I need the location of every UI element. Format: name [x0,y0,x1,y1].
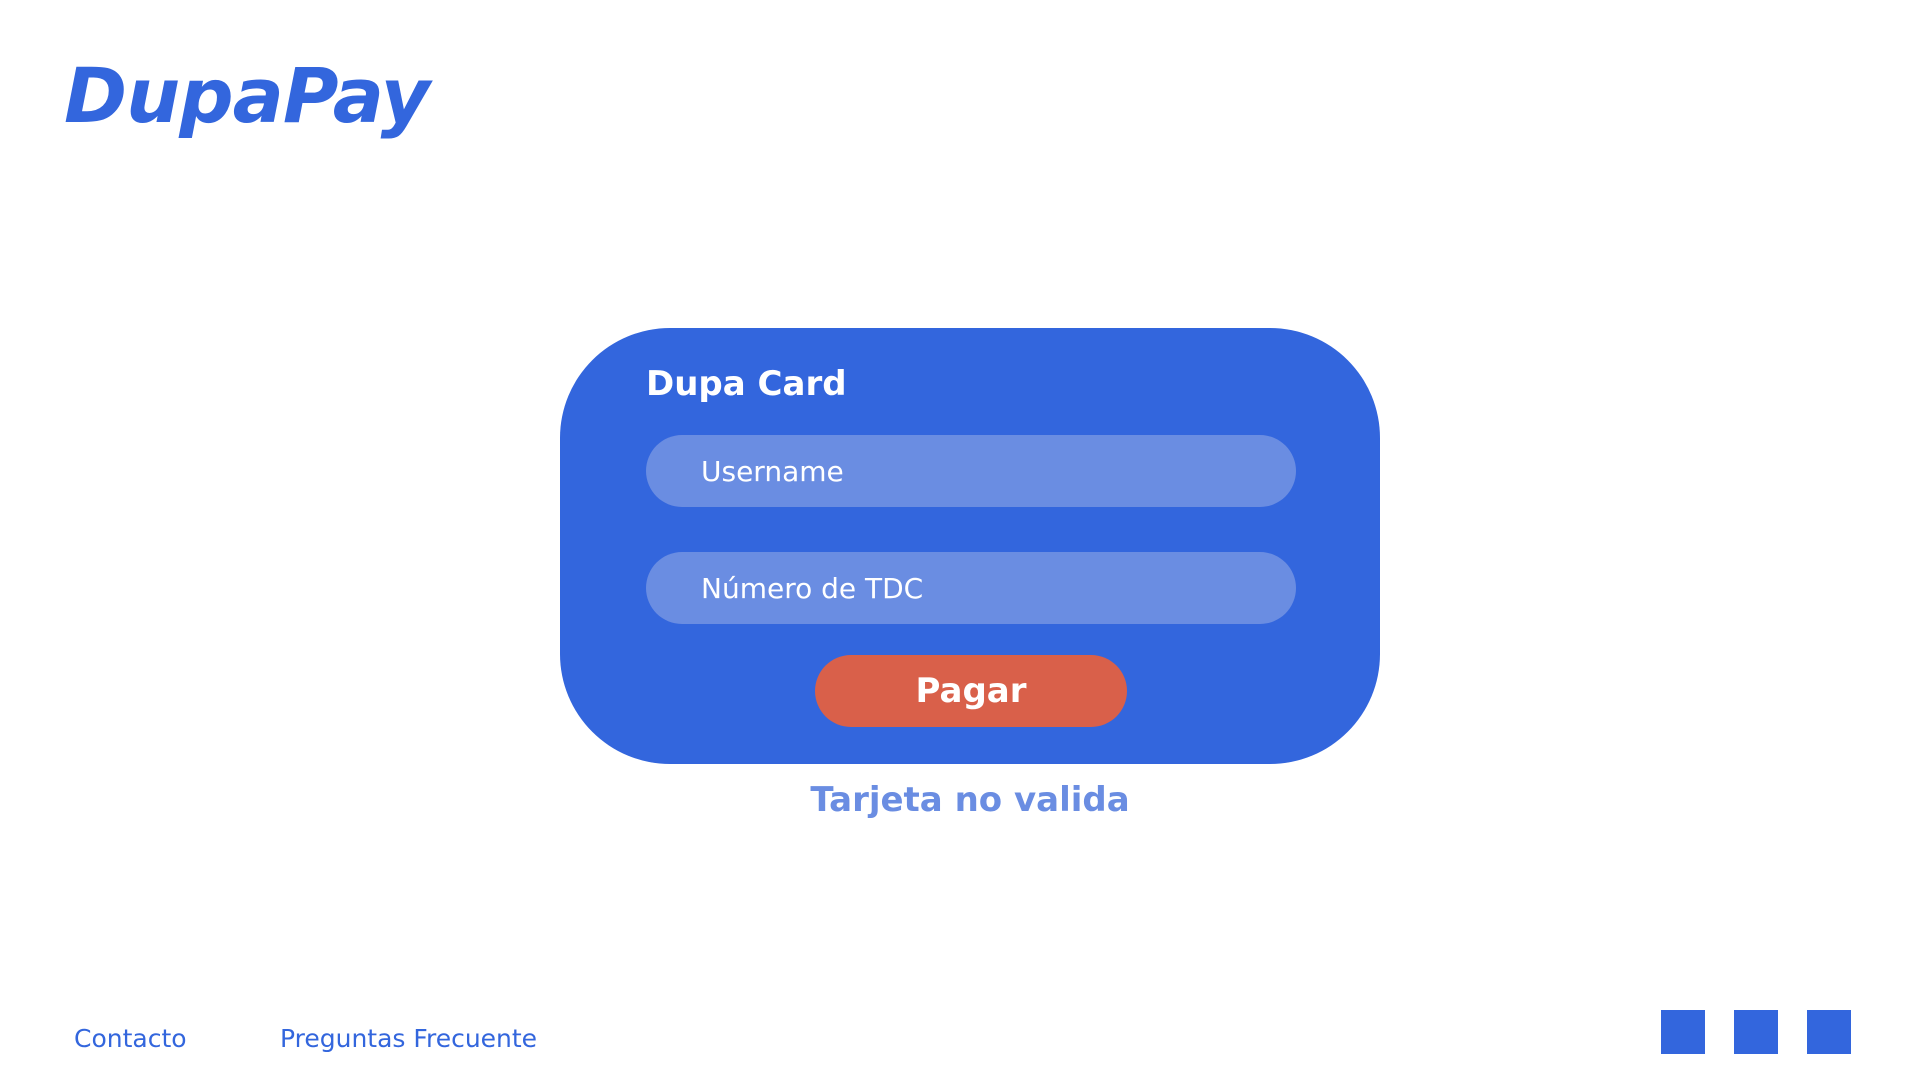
error-message: Tarjeta no valida [810,780,1130,820]
contact-link[interactable]: Contacto [74,1024,187,1054]
social-icon[interactable] [1807,1010,1851,1054]
pay-button[interactable]: Pagar [815,655,1127,727]
username-input[interactable] [646,435,1296,507]
card-title: Dupa Card [646,364,847,404]
card-number-input[interactable] [646,552,1296,624]
social-icon[interactable] [1661,1010,1705,1054]
faq-link[interactable]: Preguntas Frecuente [280,1024,537,1054]
social-icon[interactable] [1734,1010,1778,1054]
payment-card: Dupa Card Pagar [560,328,1380,764]
logo: DupaPay [64,51,430,140]
page: DupaPay Dupa Card Pagar Tarjeta no valid… [0,0,1920,1080]
